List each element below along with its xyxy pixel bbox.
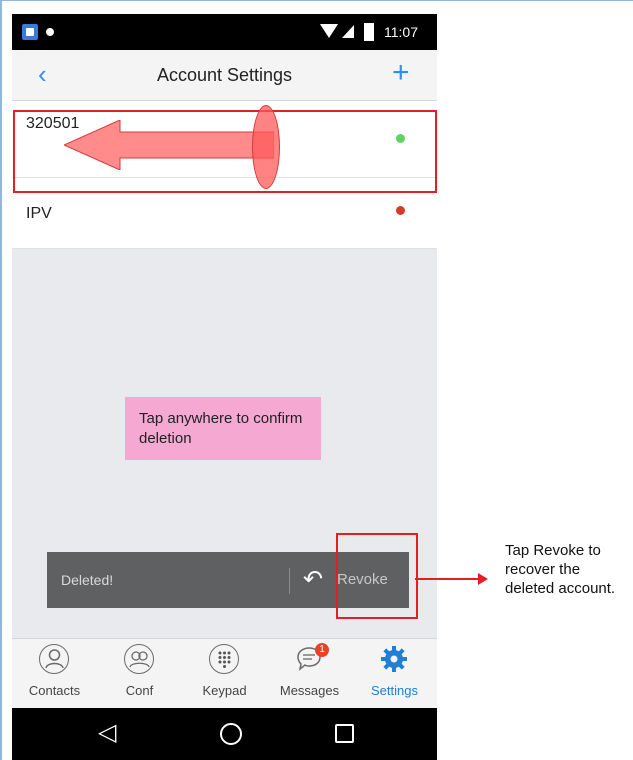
signal-icon [342,25,354,38]
snackbar-divider [289,568,290,594]
swipe-finger-indicator [252,105,280,189]
nav-back-icon[interactable]: ◁ [98,718,116,748]
app-notification-icon [22,24,38,40]
tab-label: Settings [371,683,418,698]
tab-keypad[interactable]: Keypad [182,639,267,709]
notification-dot-icon [46,28,54,36]
tab-label: Keypad [202,683,247,698]
tab-conf[interactable]: Conf [97,639,182,709]
chevron-left-icon[interactable]: ‹ [38,60,47,88]
status-dot-icon [396,206,405,215]
conference-icon [124,644,154,674]
revoke-highlight-box [336,533,418,619]
tab-label: Contacts [28,683,81,698]
page-title: Account Settings [156,65,293,85]
unread-badge: 1 [315,643,329,657]
keypad-icon [209,644,239,674]
frame-border-top [0,0,633,1]
callout-arrow-head-icon [478,573,488,585]
callout-arrow-line [415,578,480,580]
undo-icon[interactable]: ↶ [303,566,323,594]
tab-messages[interactable]: 1 Messages [267,639,352,709]
nav-home-icon[interactable] [220,723,242,745]
tab-label: Messages [279,683,340,698]
status-time: 11:07 [384,24,418,40]
nav-recents-icon[interactable] [335,724,354,743]
callout-text: Tap Revoke to recover the deleted accoun… [505,542,616,597]
battery-icon [364,23,374,41]
plus-icon[interactable]: + [392,58,410,88]
wifi-icon [320,24,338,38]
android-nav-bar: ◁ [12,708,437,760]
snackbar-message: Deleted! [61,572,114,588]
frame-border-left [0,0,2,760]
tab-label: Conf [125,683,154,698]
app-bar: Account Settings ‹ + [12,50,437,101]
bottom-nav: Contacts Conf Keypad 1 Messages Settings [12,638,437,709]
gear-icon [379,644,409,674]
tip-text: Tap anywhere to confirm deletion [125,397,321,460]
swipe-left-arrow-icon [64,120,274,170]
tab-settings[interactable]: Settings [352,639,437,709]
account-name: IPV [26,205,52,222]
contact-icon [39,644,69,674]
status-bar: 11:07 [12,14,437,50]
tab-contacts[interactable]: Contacts [12,639,97,709]
